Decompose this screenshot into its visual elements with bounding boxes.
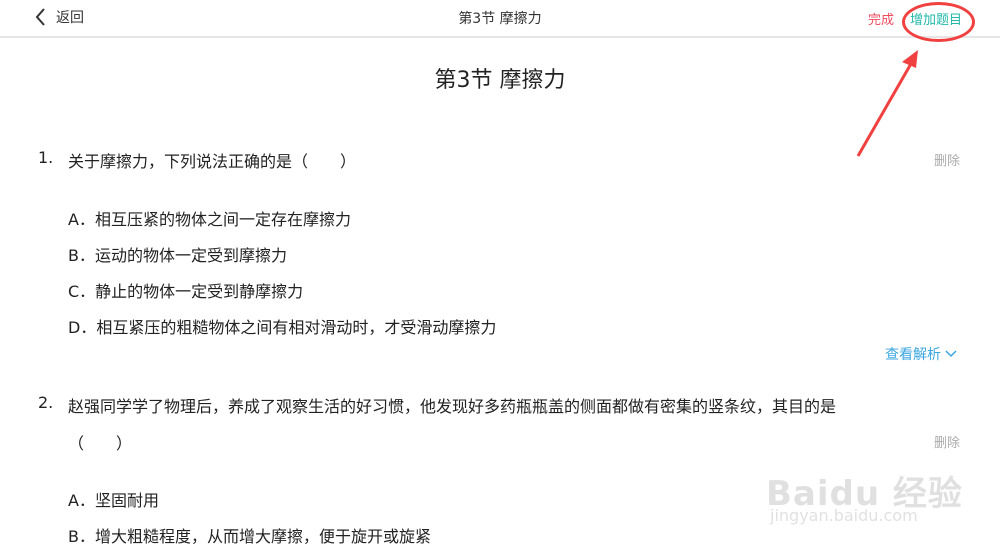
question-2-text-line2: （ ） (68, 434, 133, 453)
chevron-down-icon (941, 346, 957, 362)
question-2-text-line1: 赵强同学学了物理后，养成了观察生活的好习惯，他发现好多药瓶瓶盖的侧面都做有密集的… (68, 397, 837, 416)
view-analysis-button[interactable]: 查看解析 (885, 344, 957, 364)
question-2-option-a: A．坚固耐用 (68, 491, 159, 510)
question-1-option-c: C．静止的物体一定受到静摩擦力 (68, 282, 304, 301)
question-1-number: 1. (38, 148, 54, 167)
watermark-url: jingyan.baidu.com (770, 506, 918, 525)
question-1-option-b: B．运动的物体一定受到摩擦力 (68, 246, 287, 265)
view-analysis-label: 查看解析 (885, 347, 941, 363)
question-1-option-d: D．相互紧压的粗糙物体之间有相对滑动时，才受滑动摩擦力 (68, 318, 497, 337)
question-2-number: 2. (38, 393, 54, 412)
top-nav-bar: 返回 第3节 摩擦力 完成 增加题目 (0, 0, 1000, 38)
question-1-text: 关于摩擦力，下列说法正确的是（ ） (68, 152, 357, 171)
question-1-delete-button[interactable]: 删除 (934, 150, 960, 169)
question-1-option-a: A．相互压紧的物体之间一定存在摩擦力 (68, 210, 351, 229)
watermark: Baidu 经验 jingyan.baidu.com (766, 466, 990, 530)
add-question-button[interactable]: 增加题目 (910, 9, 962, 28)
question-2-option-b: B．增大粗糙程度，从而增大摩擦，便于旋开或旋紧 (68, 527, 431, 546)
watermark-logo: Baidu 经验 (766, 474, 963, 514)
page-title: 第3节 摩擦力 (434, 68, 566, 93)
nav-title: 第3节 摩擦力 (458, 11, 542, 27)
done-button[interactable]: 完成 (868, 9, 894, 28)
question-2-delete-button[interactable]: 删除 (934, 432, 960, 451)
